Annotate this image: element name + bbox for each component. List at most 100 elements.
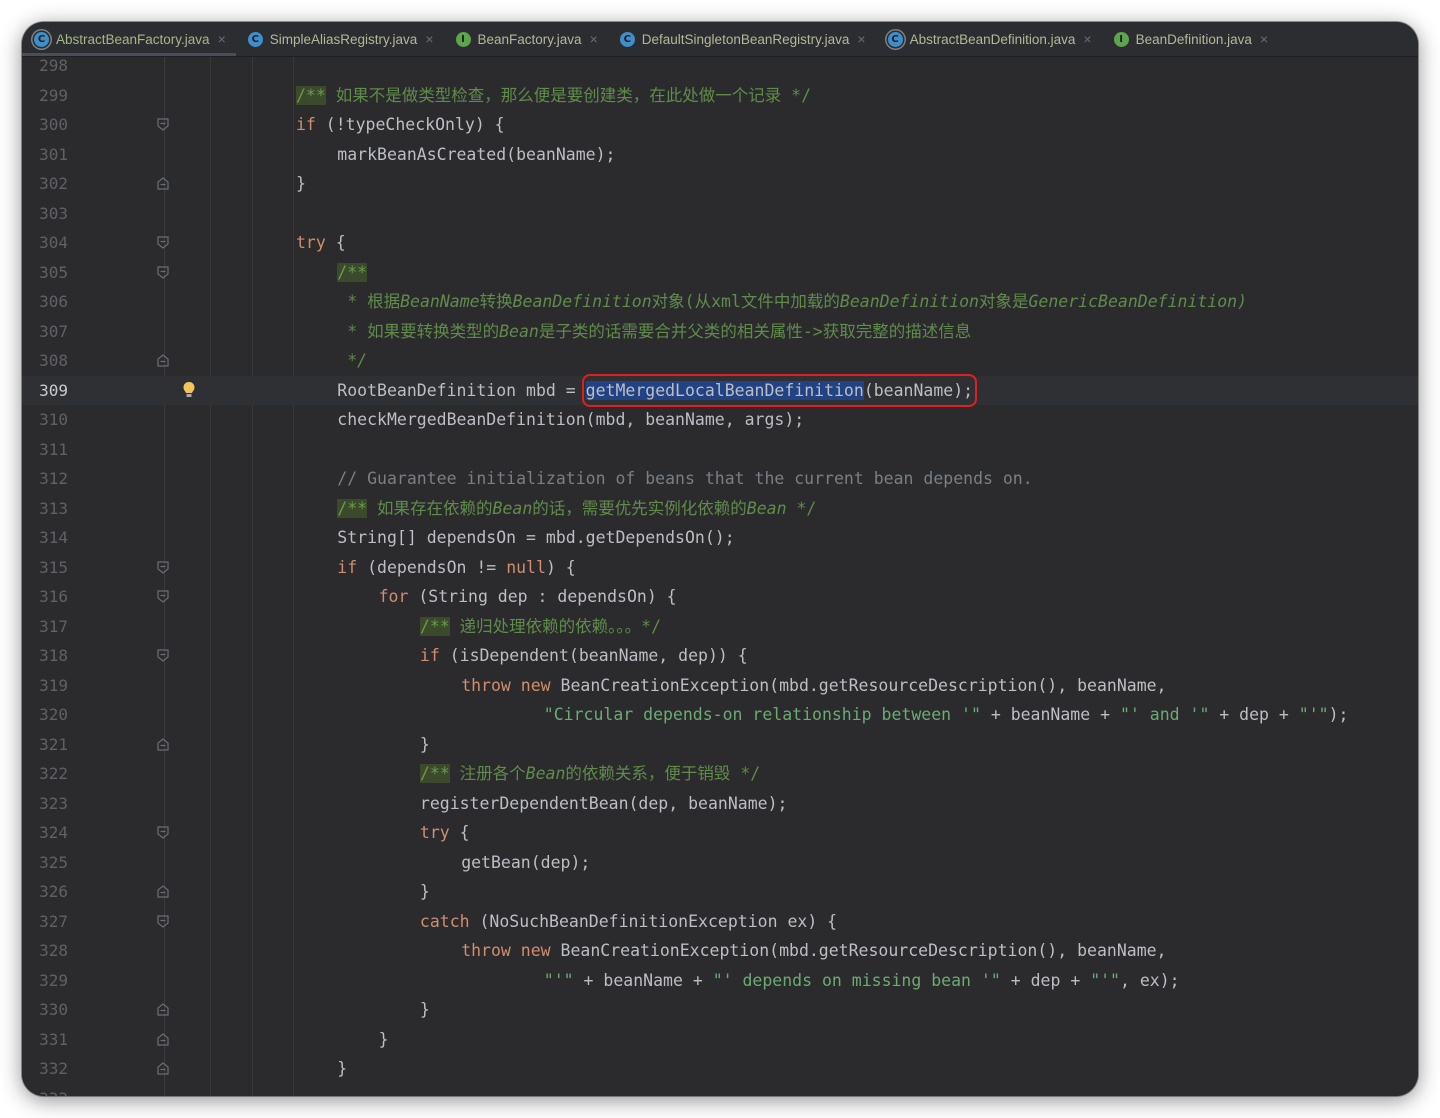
code-token: getBean(dep);: [461, 852, 591, 872]
code-token: }: [419, 734, 430, 754]
fold-open-icon[interactable]: [157, 590, 169, 603]
code-token: "' depends on missing bean '": [712, 970, 1001, 990]
code-line[interactable]: 304 try {: [22, 228, 1418, 258]
lightbulb-icon[interactable]: [182, 381, 196, 399]
code-token: 注册各个: [449, 764, 526, 783]
close-icon[interactable]: ×: [590, 31, 598, 47]
fold-close-icon[interactable]: [157, 737, 169, 751]
code-token: catch: [419, 911, 470, 931]
fold-close-icon[interactable]: [157, 885, 169, 898]
code-line[interactable]: 301 markBeanAsCreated(beanName);: [22, 140, 1418, 170]
fold-open-icon[interactable]: [157, 826, 169, 839]
code-token: "' and '": [1119, 705, 1210, 724]
line-number: 308: [39, 351, 68, 370]
code-token: // Guarantee initialization of beans tha…: [337, 469, 1033, 488]
code-token: }: [378, 1029, 389, 1049]
code-token: + dep +: [1000, 970, 1091, 990]
close-icon[interactable]: ×: [218, 31, 226, 47]
code-line[interactable]: 311: [22, 435, 1418, 465]
fold-close-icon[interactable]: [157, 177, 169, 190]
code-line[interactable]: 331}: [22, 1025, 1418, 1055]
code-token: */: [786, 498, 817, 518]
close-icon[interactable]: ×: [1260, 31, 1268, 47]
code-text: try {: [420, 818, 470, 848]
code-line[interactable]: 310 checkMergedBeanDefinition(mbd, beanNa…: [22, 405, 1418, 435]
code-line[interactable]: 324 try {: [22, 818, 1418, 848]
close-icon[interactable]: ×: [857, 31, 865, 47]
line-number: 327: [39, 911, 68, 931]
code-line[interactable]: 330}: [22, 995, 1418, 1025]
code-line[interactable]: 328 throw new BeanCreationException(mbd.g…: [22, 936, 1418, 966]
code-token: }: [419, 1000, 430, 1019]
code-line[interactable]: 298: [22, 51, 1418, 81]
code-token: "Circular depends-on relationship betwee…: [543, 705, 981, 724]
code-text: throw new BeanCreationException(mbd.getR…: [461, 936, 1166, 966]
close-icon[interactable]: ×: [1083, 31, 1091, 47]
code-line[interactable]: 326}: [22, 877, 1418, 907]
code-line[interactable]: 329 "'" + beanName + "' depends on missin…: [22, 966, 1418, 996]
line-number: 298: [39, 56, 68, 75]
code-token: "'": [1090, 970, 1120, 990]
fold-close-icon[interactable]: [157, 1062, 169, 1075]
code-token: {: [325, 233, 346, 252]
code-text: /**: [337, 258, 368, 288]
fold-open-icon[interactable]: [157, 560, 169, 574]
code-line[interactable]: 302}: [22, 169, 1418, 199]
code-line[interactable]: 318 if (isDependent(beanName, dep)) {: [22, 641, 1418, 671]
code-line[interactable]: 315 if (dependsOn != null) {: [22, 553, 1418, 583]
fold-close-icon[interactable]: [157, 354, 169, 367]
code-token: BeanCreationException(mbd.getResourceDes…: [550, 941, 1167, 960]
code-text: String[] dependsOn = mbd.getDependsOn();: [337, 523, 734, 553]
code-line[interactable]: 299 /** 如果不是做类型检查，那么便是要创建类，在此处做一个记录 */: [22, 81, 1418, 111]
code-token: 如果存在依赖的: [367, 498, 493, 518]
code-line[interactable]: 313/** 如果存在依赖的Bean的话，需要优先实例化依赖的Bean */: [22, 494, 1418, 524]
line-number: 320: [39, 705, 68, 724]
code-text: }: [296, 169, 306, 199]
close-icon[interactable]: ×: [425, 31, 433, 47]
code-token: }: [419, 882, 430, 901]
code-line[interactable]: 323 registerDependentBean(dep, beanName);: [22, 789, 1418, 819]
code-editor[interactable]: 298 299 /** 如果不是做类型检查，那么便是要创建类，在此处做一个记录 */…: [22, 56, 1418, 1097]
code-line-current[interactable]: 309 RootBeanDefinition mbd = getMergedLoc…: [22, 373, 1418, 407]
line-number: 314: [39, 528, 68, 547]
code-line[interactable]: 319 throw new BeanCreationException(mbd.g…: [22, 671, 1418, 701]
line-number: 329: [39, 970, 68, 990]
code-line[interactable]: 317 /** 递归处理依赖的依赖。。。*/: [22, 612, 1418, 642]
code-line[interactable]: 333: [22, 1084, 1418, 1097]
code-line[interactable]: 322 /** 注册各个Bean的依赖关系，便于销毁 */: [22, 759, 1418, 789]
code-token: "'": [543, 970, 574, 990]
line-number: 333: [22, 1084, 68, 1097]
fold-open-icon[interactable]: [157, 649, 169, 662]
code-text: /** 注册各个Bean的依赖关系，便于销毁 */: [419, 759, 760, 789]
fold-open-icon[interactable]: [157, 236, 169, 249]
code-token: throw new: [461, 941, 551, 960]
code-line[interactable]: 308 */: [22, 346, 1418, 376]
fold-open-icon[interactable]: [157, 914, 169, 928]
line-number: 316: [39, 587, 68, 606]
fold-open-icon[interactable]: [157, 118, 169, 131]
code-line[interactable]: 307 * 如果要转换类型的Bean是子类的话需要合并父类的相关属性->获取完整…: [22, 317, 1418, 347]
code-line[interactable]: 306 * 根据BeanName转换BeanDefinition对象(从xml文…: [22, 287, 1418, 317]
code-text: }: [337, 1054, 347, 1084]
fold-open-icon[interactable]: [157, 265, 169, 279]
fold-close-icon[interactable]: [157, 1003, 169, 1016]
fold-close-icon[interactable]: [157, 1032, 169, 1046]
code-line[interactable]: 320 "Circular depends-on relationship bet…: [22, 700, 1418, 730]
line-number: 306: [39, 292, 68, 311]
code-line[interactable]: 332}: [22, 1054, 1418, 1084]
code-line[interactable]: 321}: [22, 730, 1418, 760]
code-text: markBeanAsCreated(beanName);: [337, 140, 615, 170]
code-line[interactable]: 327 catch (NoSuchBeanDefinitionException …: [22, 907, 1418, 937]
code-line[interactable]: 316 for (String dep : dependsOn) {: [22, 582, 1418, 612]
line-number: 321: [39, 734, 68, 754]
code-line[interactable]: 300 if (!typeCheckOnly) {: [22, 110, 1418, 140]
selected-method-name: getMergedLocalBeanDefinition: [585, 380, 864, 400]
code-line[interactable]: 314 String[] dependsOn = mbd.getDependsOn…: [22, 523, 1418, 553]
code-line[interactable]: 303: [22, 199, 1418, 229]
code-line[interactable]: 305 /**: [22, 258, 1418, 288]
code-text: }: [420, 877, 430, 907]
class-icon: C: [247, 31, 263, 47]
code-token: /**: [296, 85, 326, 105]
code-line[interactable]: 312 // Guarantee initialization of beans …: [22, 464, 1418, 494]
code-line[interactable]: 325 getBean(dep);: [22, 848, 1418, 878]
